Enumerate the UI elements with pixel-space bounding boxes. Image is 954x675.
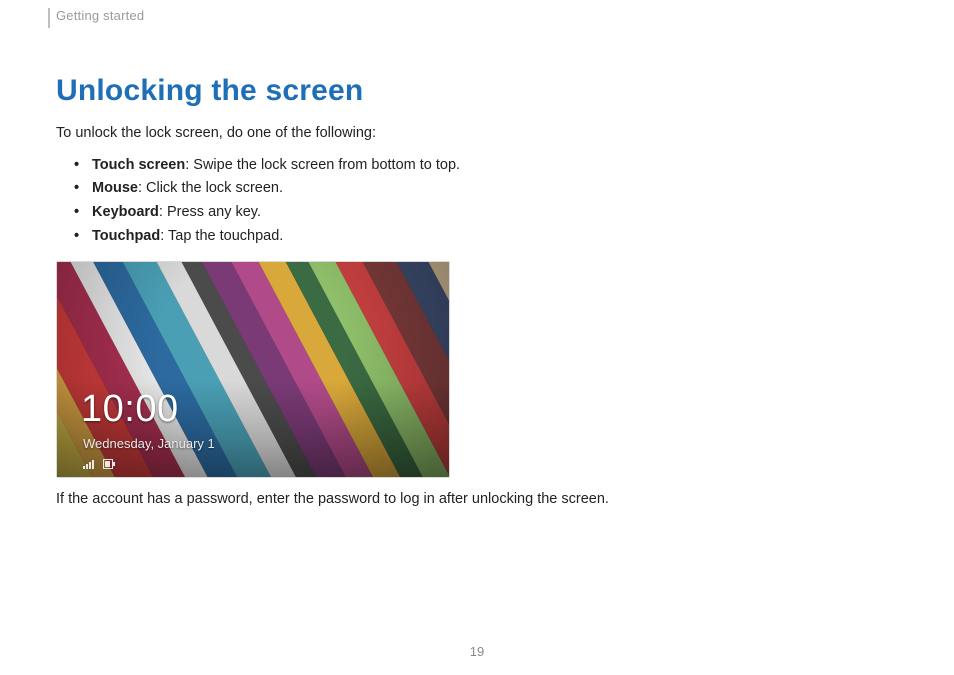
- method-label: Keyboard: [92, 204, 159, 220]
- section-title: Unlocking the screen: [56, 74, 626, 108]
- method-desc: : Tap the touchpad.: [160, 228, 283, 244]
- lockscreen-figure: 10:00 Wednesday, January 1: [56, 261, 450, 478]
- battery-icon: [103, 459, 113, 469]
- manual-page: Getting started Unlocking the screen To …: [0, 0, 954, 675]
- intro-text: To unlock the lock screen, do one of the…: [56, 124, 626, 144]
- breadcrumb: Getting started: [56, 8, 144, 23]
- page-number: 19: [0, 644, 954, 659]
- list-item: Touchpad: Tap the touchpad.: [74, 225, 626, 249]
- method-list: Touch screen: Swipe the lock screen from…: [74, 154, 626, 250]
- method-label: Touchpad: [92, 228, 160, 244]
- list-item: Mouse: Click the lock screen.: [74, 177, 626, 201]
- method-desc: : Press any key.: [159, 204, 261, 220]
- method-desc: : Click the lock screen.: [138, 180, 283, 196]
- lockscreen-time: 10:00: [81, 388, 179, 431]
- list-item: Keyboard: Press any key.: [74, 201, 626, 225]
- lockscreen-status-icons: [83, 459, 113, 469]
- content-column: Unlocking the screen To unlock the lock …: [56, 74, 626, 510]
- lockscreen-date: Wednesday, January 1: [83, 436, 215, 451]
- signal-icon: [83, 459, 95, 469]
- list-item: Touch screen: Swipe the lock screen from…: [74, 154, 626, 178]
- after-note: If the account has a password, enter the…: [56, 490, 616, 510]
- header-rule: [48, 8, 50, 28]
- method-label: Mouse: [92, 180, 138, 196]
- method-desc: : Swipe the lock screen from bottom to t…: [185, 157, 460, 173]
- method-label: Touch screen: [92, 157, 185, 173]
